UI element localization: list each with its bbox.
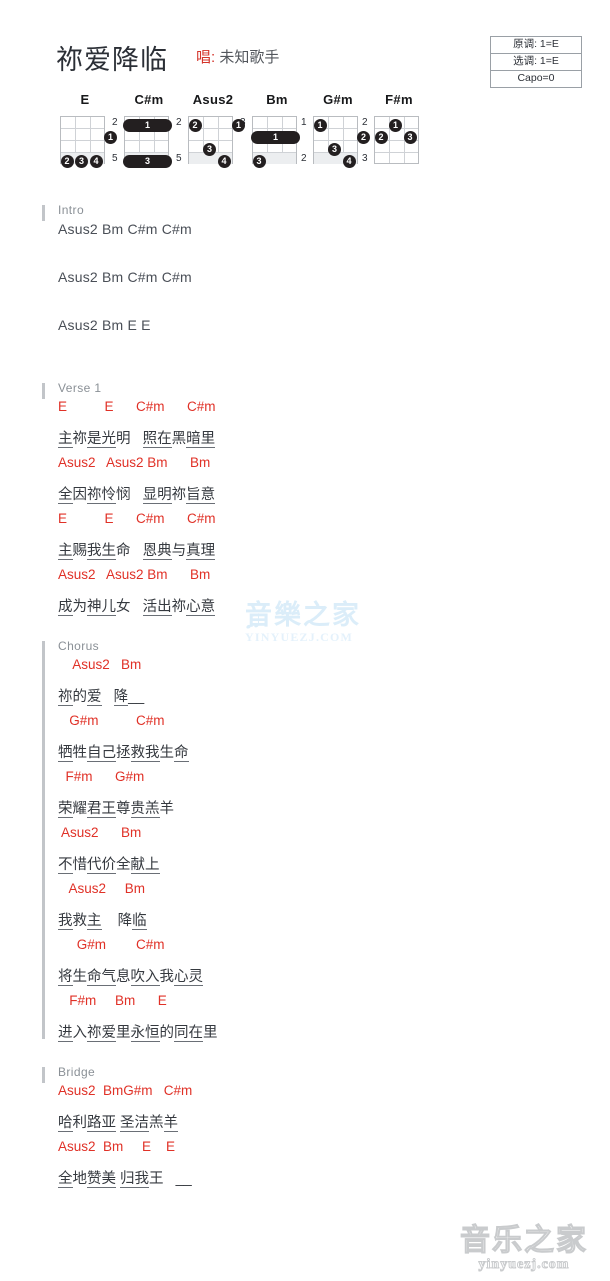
finger-dot: 3	[252, 155, 266, 168]
finger-dot: 2	[60, 155, 74, 168]
music-note-icon: ♫	[243, 604, 263, 634]
finger-dot: 3	[328, 143, 341, 156]
finger-dot: 1	[313, 119, 327, 132]
watermark-middle-en: YINYUEZJ.COM	[245, 630, 354, 644]
lyric-line: 将生命气息吹入我心灵	[58, 969, 203, 986]
original-key: 原调: 1=E	[491, 37, 581, 54]
finger-dot: 4	[217, 155, 231, 168]
chord-line: G#m C#m	[58, 937, 165, 952]
lyric-line: 全地赞美 归我王 __	[58, 1171, 192, 1188]
intro-chord-line: Asus2 Bm E E	[58, 317, 151, 333]
fret-number-label: 5	[176, 153, 182, 164]
section-rail	[42, 1067, 45, 1083]
intro-chord-line: Asus2 Bm C#m C#m	[58, 221, 192, 237]
section-label: Intro	[58, 203, 85, 217]
fretboard-grid: 2 1 34	[188, 116, 245, 168]
singer-label: 唱:	[196, 49, 216, 66]
barre-finger-number: 1	[272, 132, 278, 142]
finger-dot: 2	[374, 131, 388, 144]
fret-number-label: 3	[362, 153, 368, 164]
fret-number-label: 5	[112, 153, 118, 164]
singer-name: 未知歌手	[219, 49, 280, 66]
watermark-bottom: 音乐之家 yinyuezj.com	[460, 1224, 588, 1273]
chord-line: Asus2 Bm	[58, 657, 142, 672]
fret-number-label: 2	[176, 117, 182, 128]
chord-line: Asus2 Bm E E	[58, 1139, 176, 1154]
finger-dot: 4	[342, 155, 356, 168]
fretboard-grid: 12 3	[374, 116, 419, 164]
finger-dot: 3	[203, 143, 216, 156]
lyric-line: 我救主 降临	[58, 913, 147, 930]
fretboard-grid-wrap: 12323	[360, 108, 438, 168]
fretboard-grid: 1234	[60, 116, 117, 168]
chord-line: F#m Bm E	[58, 993, 167, 1008]
intro-chord-line: Asus2 Bm C#m C#m	[58, 269, 192, 285]
selected-key: 选调: 1=E	[491, 54, 581, 71]
lyric-line: 哈利路亚 圣洁羔羊	[58, 1115, 179, 1132]
section-label: Chorus	[58, 639, 100, 653]
chord-line: Asus2 Asus2 Bm Bm	[58, 567, 211, 582]
finger-dot: 1	[232, 119, 245, 132]
finger-dot: 2	[357, 131, 370, 144]
lyric-line: 牺牲自己拯救我生命	[58, 745, 189, 762]
finger-dot: 1	[104, 131, 117, 144]
section-rail-head	[42, 641, 45, 657]
chord-diagram-strip: E1234C#m1325Asus2213425Bm133G#m123412F#m…	[0, 92, 610, 177]
barre-finger-number: 1	[144, 120, 150, 130]
chord-line: F#m G#m	[58, 769, 145, 784]
section-rail	[42, 383, 45, 399]
barre-marker: 1	[251, 131, 300, 144]
chord-line: Asus2 Bm	[58, 825, 142, 840]
chord-line: G#m C#m	[58, 713, 165, 728]
finger-dot: 3	[403, 131, 417, 144]
chord-line: Asus2 BmG#m C#m	[58, 1083, 193, 1098]
watermark-bottom-en: yinyuezj.com	[478, 1257, 570, 1273]
chord-diagram-fsharpm: F#m 1 2 3 2 3	[360, 92, 438, 168]
singer-line: 唱: 未知歌手	[196, 46, 279, 67]
fret-number-label: 2	[112, 117, 118, 128]
lyric-line: 荣耀君王尊贵羔羊	[58, 801, 174, 818]
page-header: 祢爱降临 唱: 未知歌手 原调: 1=E 选调: 1=E Capo=0	[0, 0, 610, 92]
lyric-line: 祢的爱 降__	[58, 689, 145, 706]
watermark-middle-cn: 音樂之家	[245, 600, 361, 630]
chord-sheet-body: Intro Asus2 Bm C#m C#m Asus2 Bm C#m C#m Asu…	[0, 177, 610, 1188]
section-rail	[42, 641, 45, 1039]
fretboard-grid: 1 2 34	[313, 116, 370, 168]
lyric-line: 成为神儿女 活出祢心意	[58, 599, 216, 616]
chord-line: E E C#m C#m	[58, 511, 216, 526]
lyric-line: 主赐我生命 恩典与真理	[58, 543, 216, 560]
fret-number-label: 2	[301, 153, 307, 164]
chord-diagram-name: F#m	[385, 92, 413, 107]
fret-number-label: 1	[301, 117, 307, 128]
chord-line: Asus2 Asus2 Bm Bm	[58, 455, 211, 470]
finger-dot: 3	[75, 155, 88, 168]
lyric-line: 不惜代价全献上	[58, 857, 160, 874]
watermark-bottom-cn: 音乐之家	[460, 1224, 588, 1257]
chord-line: Asus2 Bm	[58, 881, 146, 896]
barre-marker: 3	[123, 155, 172, 168]
lyric-line: 进入祢爱里永恒的同在里	[58, 1025, 218, 1042]
finger-dot: 2	[188, 119, 202, 132]
lyric-line: 全因祢怜悯 显明祢旨意	[58, 487, 216, 504]
section-label: Bridge	[58, 1065, 96, 1079]
barre-finger-number: 3	[144, 156, 150, 166]
lyric-line: 主祢是光明 照在黑暗里	[58, 431, 216, 448]
section-label: Verse 1	[58, 381, 102, 395]
page-title: 祢爱降临	[56, 45, 168, 75]
fretboard-grid: 13	[251, 116, 300, 168]
chord-line: E E C#m C#m	[58, 399, 216, 414]
section-rail	[42, 205, 45, 221]
finger-dot: 4	[89, 155, 103, 168]
fretboard-grid: 13	[123, 116, 172, 168]
key-info-box: 原调: 1=E 选调: 1=E Capo=0	[490, 36, 582, 88]
barre-marker: 1	[123, 119, 172, 132]
fret-number-label: 2	[362, 117, 368, 128]
watermark-middle: ♫ 音樂之家 YINYUEZJ.COM	[243, 600, 395, 644]
finger-dot: 1	[389, 119, 402, 132]
capo-value: Capo=0	[517, 72, 555, 84]
